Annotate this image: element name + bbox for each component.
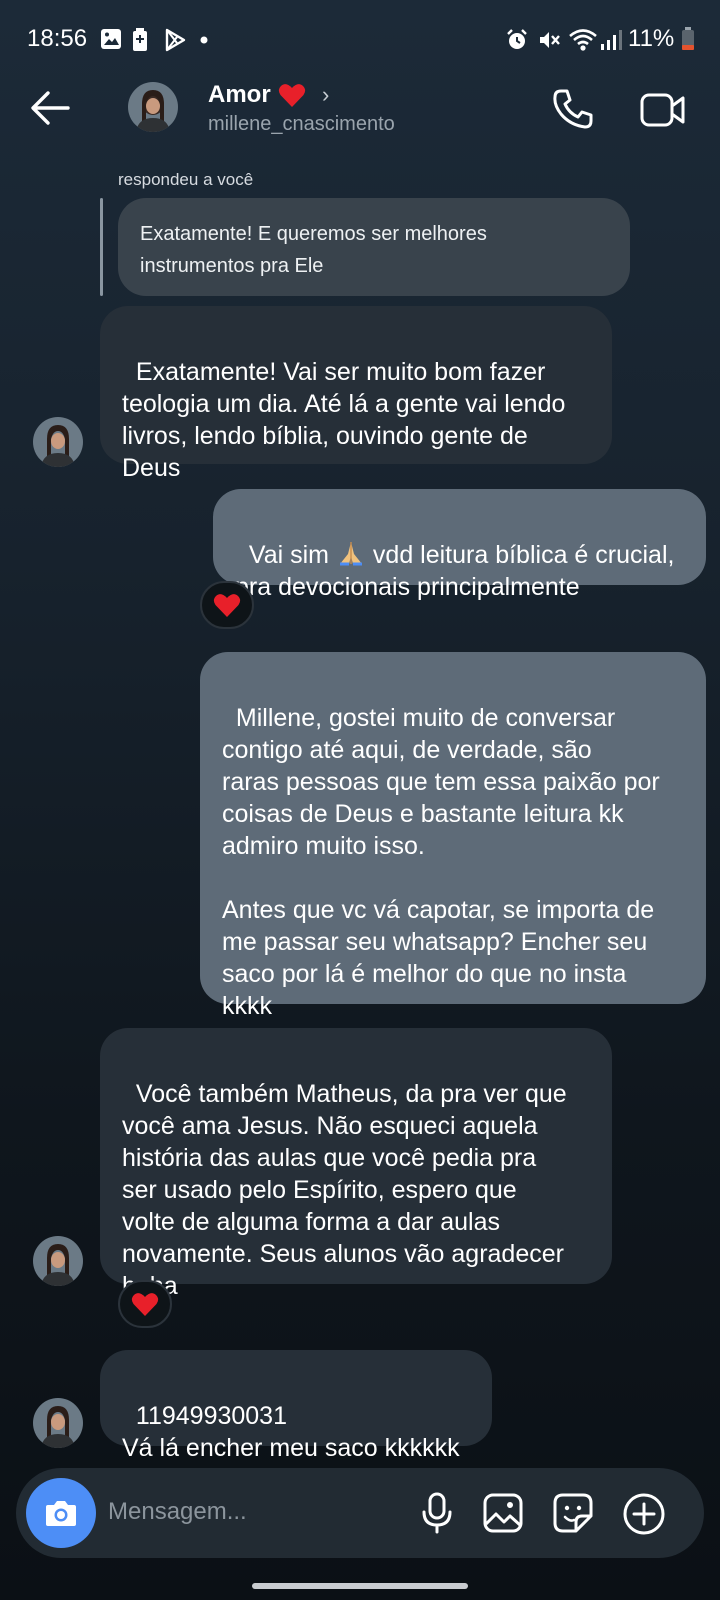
message-bubble-incoming[interactable]: Você também Matheus, da pra ver que você… <box>100 1028 612 1300</box>
message-text-start: Vai sim <box>248 541 336 569</box>
message-text: Millene, gostei muito de conversar conti… <box>222 704 660 1020</box>
message-text: 11949930031 Vá lá encher meu saco kkkkkk <box>122 1402 460 1462</box>
reply-note: respondeu a você <box>118 170 254 189</box>
heart-icon <box>213 594 241 617</box>
plus-icon[interactable] <box>622 1492 666 1536</box>
status-time: 18:56 <box>27 25 88 52</box>
message-input[interactable] <box>108 1490 398 1534</box>
reaction-badge[interactable] <box>200 581 254 629</box>
sender-avatar[interactable] <box>33 1398 83 1448</box>
message-text: Exatamente! Vai ser muito bom fazer teol… <box>122 358 566 482</box>
contact-avatar[interactable] <box>128 82 178 132</box>
phone-icon[interactable] <box>552 88 594 130</box>
message-text: Você também Matheus, da pra ver que você… <box>122 1080 567 1300</box>
message-composer <box>16 1468 704 1558</box>
battery-percent: 11% <box>628 25 675 52</box>
camera-button[interactable] <box>26 1478 96 1548</box>
signal-icon <box>601 30 622 50</box>
contact-name[interactable]: Amor <box>208 81 271 109</box>
heart-icon <box>278 84 306 107</box>
chat-header: Amor › millene_cnascimento <box>0 78 720 142</box>
battery-saver-icon <box>133 28 147 51</box>
contact-handle[interactable]: millene_cnascimento <box>208 113 395 136</box>
quoted-message[interactable]: Exatamente! E queremos ser melhores inst… <box>118 198 630 296</box>
message-bubble-incoming[interactable]: 11949930031 Vá lá encher meu saco kkkkkk <box>100 1350 492 1462</box>
back-arrow-icon[interactable] <box>28 88 72 128</box>
dot-icon <box>200 36 208 44</box>
alarm-icon <box>507 29 527 49</box>
chevron-right-icon[interactable]: › <box>322 82 329 108</box>
video-camera-icon[interactable] <box>640 92 686 128</box>
mute-icon <box>540 32 560 48</box>
reply-bar <box>100 198 103 296</box>
message-bubble-incoming[interactable]: Exatamente! Vai ser muito bom fazer teol… <box>100 306 612 482</box>
gallery-icon <box>101 29 121 49</box>
heart-icon <box>131 1293 159 1316</box>
reaction-badge[interactable] <box>118 1280 172 1328</box>
camera-icon <box>46 1501 76 1526</box>
message-bubble-outgoing[interactable]: Millene, gostei muito de conversar conti… <box>200 652 706 1020</box>
status-bar: 18:56 11% <box>0 0 720 80</box>
quoted-text: Exatamente! E queremos ser melhores inst… <box>140 223 487 277</box>
battery-icon <box>682 27 694 50</box>
sender-avatar[interactable] <box>33 417 83 467</box>
wifi-icon <box>569 29 597 51</box>
microphone-icon[interactable] <box>420 1492 454 1534</box>
home-indicator[interactable] <box>252 1583 468 1589</box>
gallery-icon[interactable] <box>482 1492 524 1534</box>
sender-avatar[interactable] <box>33 1236 83 1286</box>
folded-hands-icon <box>339 542 362 566</box>
play-store-icon <box>165 28 186 52</box>
message-bubble-outgoing[interactable]: Vai sim vdd leitura bíblica é crucial, p… <box>213 489 706 601</box>
sticker-icon[interactable] <box>552 1492 594 1534</box>
